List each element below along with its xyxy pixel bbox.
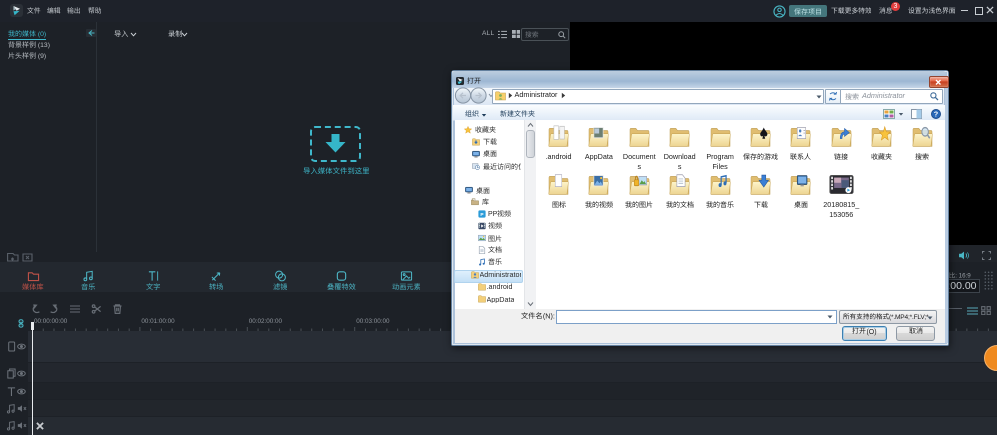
svg-text:?: ? <box>934 109 939 118</box>
